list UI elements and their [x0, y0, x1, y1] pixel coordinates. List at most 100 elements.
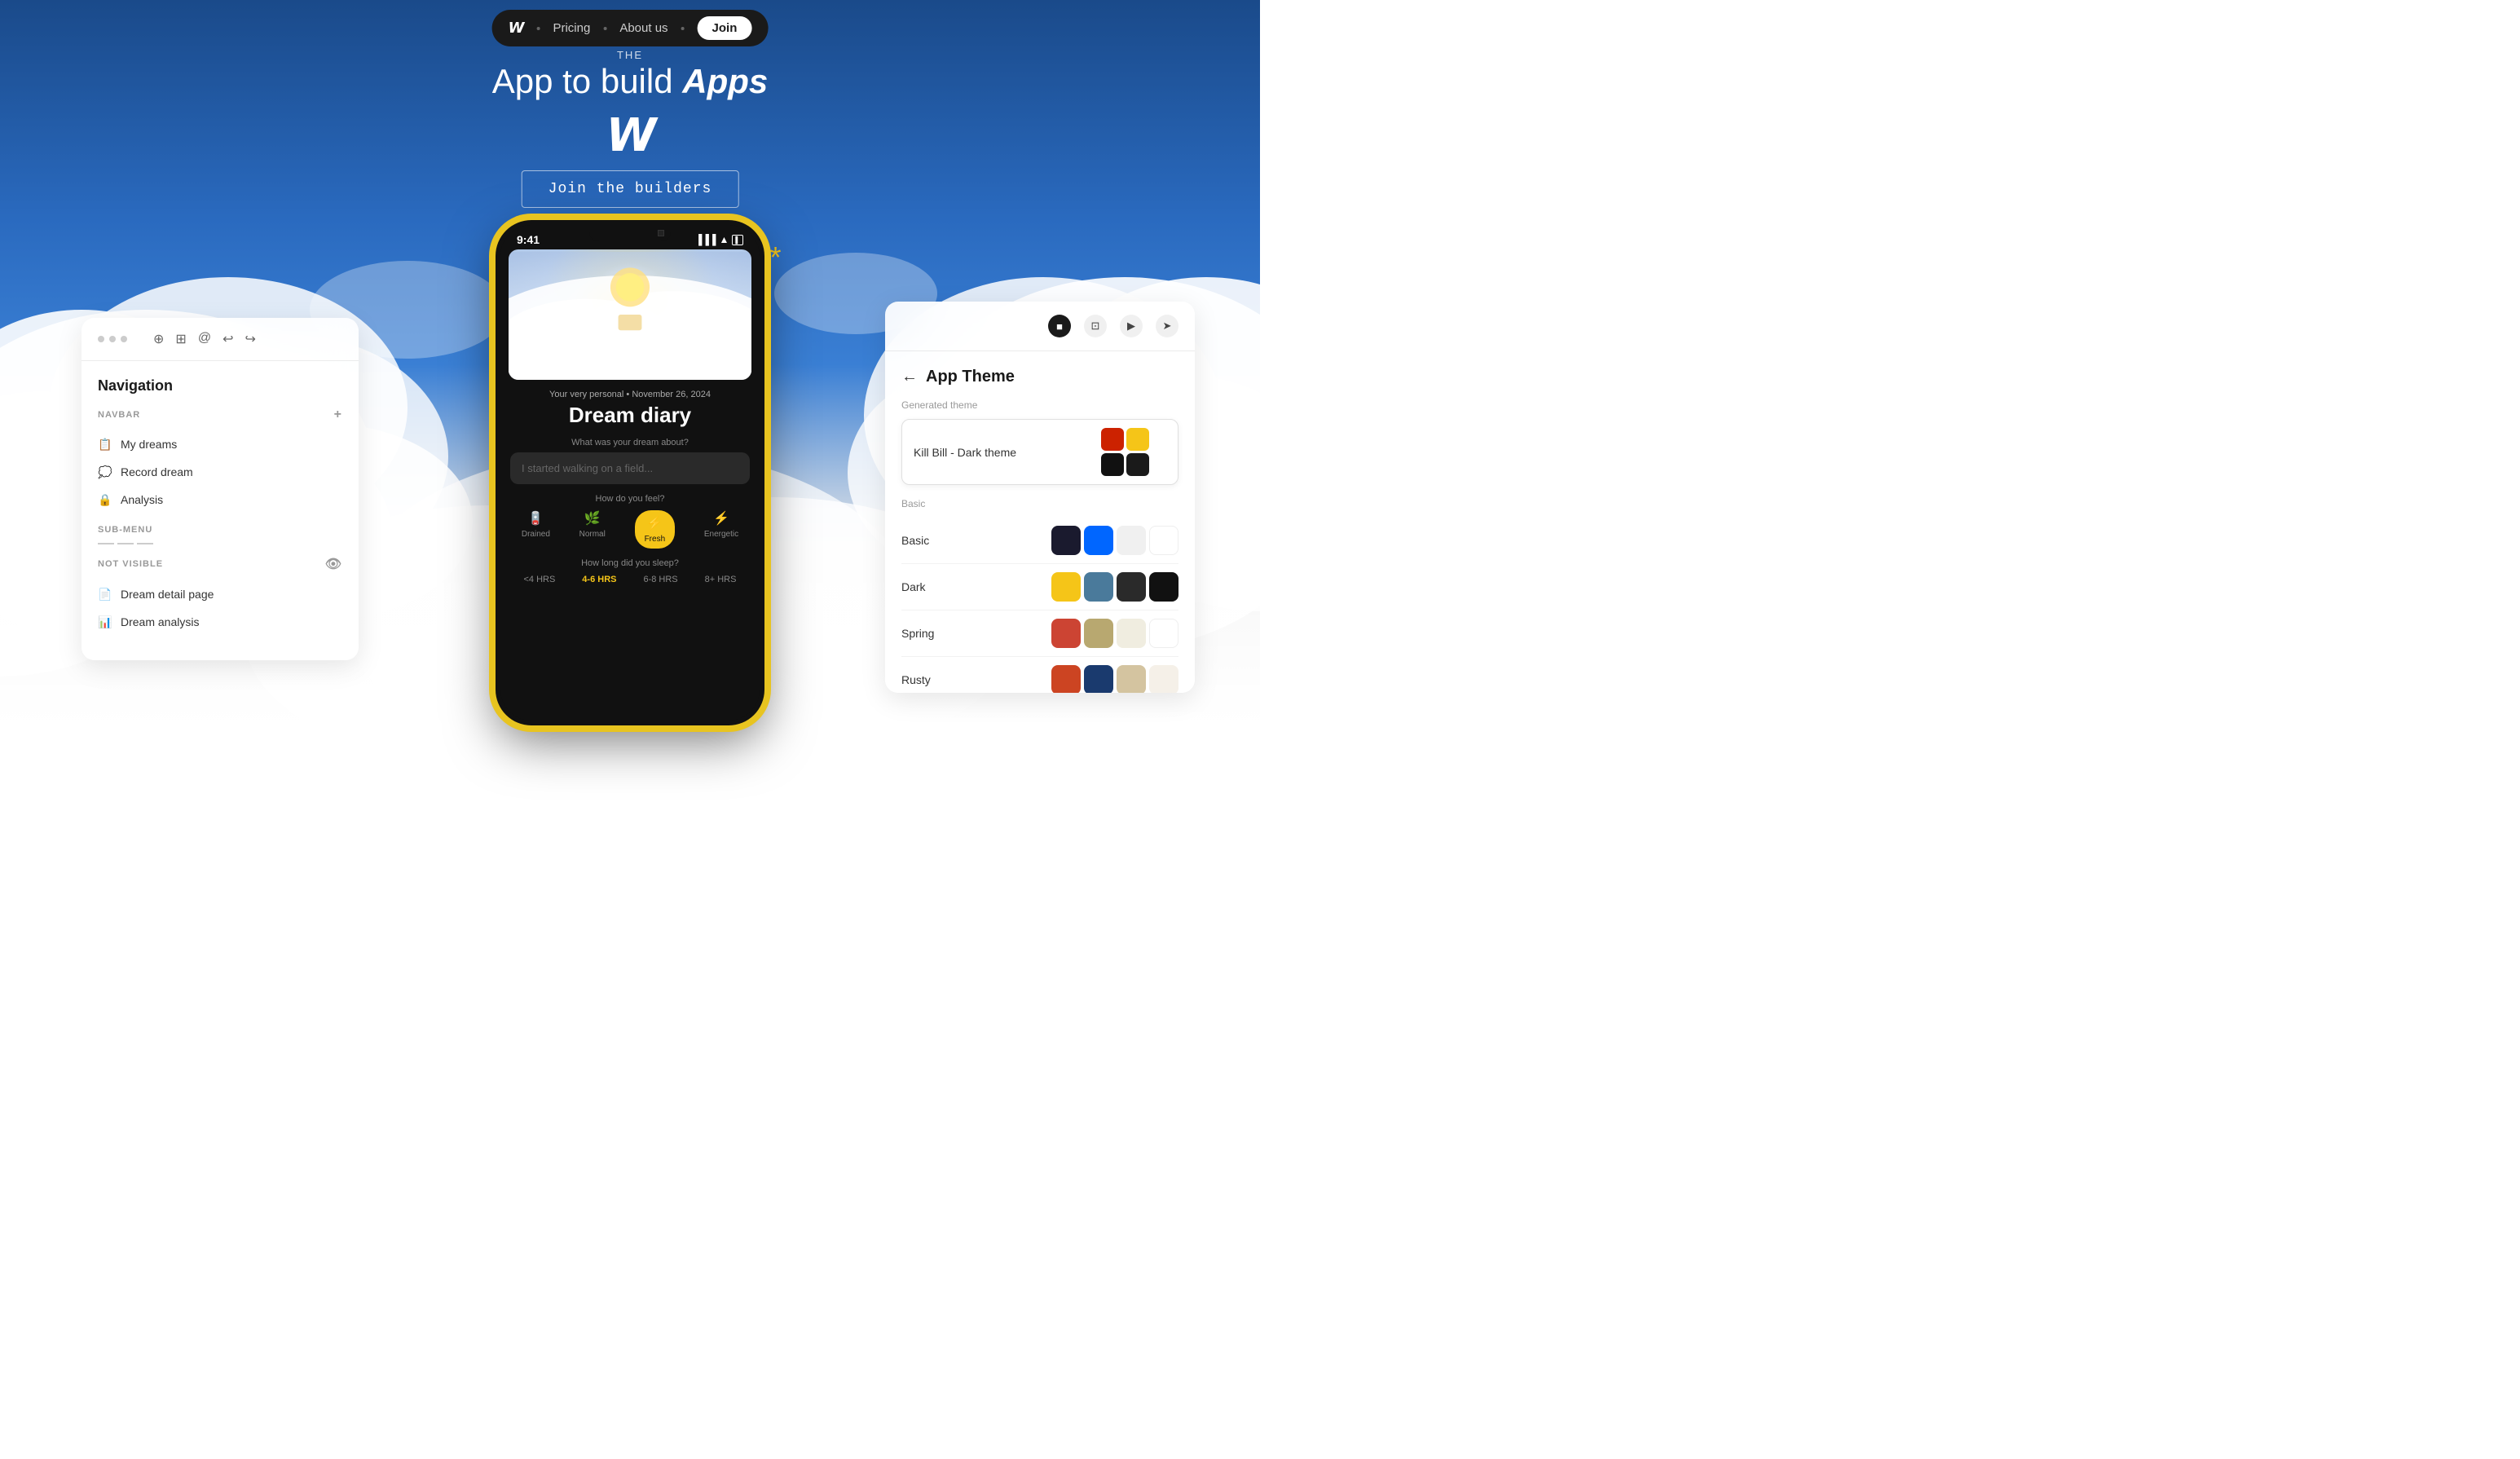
gen-color-2: [1126, 428, 1149, 451]
toolbar-monitor-icon[interactable]: ⊡: [1084, 315, 1107, 337]
toolbar-stop-icon[interactable]: ■: [1048, 315, 1071, 337]
navbar-section-label: NAVBAR +: [98, 408, 342, 422]
hero-logo: 𝙒: [492, 108, 769, 162]
basic-color-3: [1117, 526, 1146, 555]
nav-dot-2: [603, 27, 606, 30]
phone-hero-image: [509, 249, 751, 380]
battery-icon: ▌: [732, 235, 743, 245]
energetic-icon: ⚡: [713, 510, 729, 527]
toolbar-layers-icon[interactable]: ⊞: [175, 331, 186, 347]
dream-analysis-icon: 📊: [98, 615, 112, 629]
nav-item-record-dream[interactable]: 💭 Record dream: [98, 458, 342, 486]
nav-title: Navigation: [98, 377, 342, 395]
feel-option-fresh[interactable]: ⚡ Fresh: [635, 510, 676, 549]
nav-item-dream-analysis[interactable]: 📊 Dream analysis: [98, 608, 342, 636]
hero-section: THE App to build Apps 𝙒 Join the builder…: [492, 49, 769, 227]
toolbar-play-icon[interactable]: ▶: [1120, 315, 1143, 337]
submenu-handle: [98, 543, 342, 544]
hero-title-bold: Apps: [682, 62, 768, 100]
not-visible-toggle[interactable]: 👁: [325, 556, 342, 572]
sleep-option-4-6[interactable]: 4-6 HRS: [582, 575, 616, 584]
toolbar-redo-icon[interactable]: ↪: [245, 331, 255, 347]
basic-color-1: [1051, 526, 1081, 555]
nav-item-my-dreams-label: My dreams: [121, 438, 177, 451]
theme-header: ← App Theme: [901, 368, 1178, 386]
nav-item-dream-analysis-label: Dream analysis: [121, 615, 199, 628]
left-panel-navigation: ⊕ ⊞ @ ↩ ↪ Navigation NAVBAR + 📋 My dream…: [82, 318, 359, 660]
toolbar-at-icon[interactable]: @: [198, 331, 211, 347]
phone-feel-question: How do you feel?: [500, 494, 760, 504]
normal-icon: 🌿: [584, 510, 601, 527]
phone-dream-input[interactable]: I started walking on a field...: [510, 452, 750, 484]
dark-color-3: [1117, 572, 1146, 602]
nav-item-my-dreams[interactable]: 📋 My dreams: [98, 430, 342, 458]
theme-item-rusty[interactable]: Rusty: [901, 657, 1178, 693]
toolbar-undo-icon[interactable]: ↩: [222, 331, 233, 347]
nav-item-analysis[interactable]: 🔒 Analysis: [98, 486, 342, 514]
gen-color-1: [1101, 428, 1124, 451]
feel-label-fresh: Fresh: [645, 535, 666, 544]
phone-time: 9:41: [517, 233, 540, 246]
toolbar-icons: ⊕ ⊞ @ ↩ ↪: [153, 331, 256, 347]
dark-color-2: [1084, 572, 1113, 602]
spring-color-3: [1117, 619, 1146, 648]
phone-status-bar: 9:41 ▐▐▐ ▲ ▌: [500, 225, 760, 249]
generated-theme-box[interactable]: Kill Bill - Dark theme: [901, 419, 1178, 485]
my-dreams-icon: 📋: [98, 437, 112, 452]
sleep-option-6-8[interactable]: 6-8 HRS: [643, 575, 677, 584]
wifi-icon: ▲: [719, 234, 729, 245]
theme-dark-label: Dark: [901, 580, 926, 593]
dark-color-1: [1051, 572, 1081, 602]
hero-the-label: THE: [492, 49, 769, 61]
nav-item-dream-detail-label: Dream detail page: [121, 588, 214, 601]
phone-notch: [589, 225, 671, 241]
toolbar-dot-3: [121, 336, 127, 342]
theme-rusty-label: Rusty: [901, 673, 931, 686]
right-panel-toolbar: ■ ⊡ ▶ ➤: [885, 302, 1195, 351]
generated-theme-name: Kill Bill - Dark theme: [914, 446, 1016, 459]
right-panel-theme: ■ ⊡ ▶ ➤ ← App Theme Generated theme Kill…: [885, 302, 1195, 693]
basic-section-label: Basic: [901, 498, 1178, 509]
theme-item-basic[interactable]: Basic: [901, 518, 1178, 564]
fresh-icon: ⚡: [646, 515, 663, 531]
nav-item-dream-detail[interactable]: 📄 Dream detail page: [98, 580, 342, 608]
spring-color-2: [1084, 619, 1113, 648]
rusty-color-1: [1051, 665, 1081, 693]
toolbar-compass-icon[interactable]: ⊕: [153, 331, 164, 347]
feel-option-normal[interactable]: 🌿 Normal: [579, 510, 606, 549]
theme-content: ← App Theme Generated theme Kill Bill - …: [885, 351, 1195, 693]
phone-question-1: What was your dream about?: [500, 438, 760, 447]
feel-option-energetic[interactable]: ⚡ Energetic: [704, 510, 738, 549]
nav-content: Navigation NAVBAR + 📋 My dreams 💭 Record…: [82, 361, 359, 652]
navbar-join-button[interactable]: Join: [698, 16, 752, 40]
spring-color-1: [1051, 619, 1081, 648]
nav-item-analysis-label: Analysis: [121, 493, 163, 506]
feel-option-drained[interactable]: 🪫 Drained: [522, 510, 550, 549]
feel-label-energetic: Energetic: [704, 530, 738, 539]
theme-item-spring[interactable]: Spring: [901, 610, 1178, 657]
drained-icon: 🪫: [527, 510, 544, 527]
theme-back-button[interactable]: ←: [901, 368, 918, 386]
generated-theme-label: Generated theme: [901, 399, 1178, 411]
phone-hero-image-inner: [509, 249, 751, 380]
dark-color-4: [1149, 572, 1178, 602]
phone-status-icons: ▐▐▐ ▲ ▌: [695, 234, 743, 245]
spring-color-4: [1149, 619, 1178, 648]
hero-cta-button[interactable]: Join the builders: [522, 170, 739, 208]
nav-link-about[interactable]: About us: [619, 21, 667, 35]
gen-color-4: [1126, 453, 1149, 476]
sleep-option-lt4[interactable]: <4 HRS: [523, 575, 555, 584]
theme-item-dark[interactable]: Dark: [901, 564, 1178, 610]
generated-theme-colors: [1101, 428, 1166, 476]
toolbar-send-icon[interactable]: ➤: [1156, 315, 1178, 337]
phone-camera: [658, 230, 664, 236]
phone-mockup: 9:41 ▐▐▐ ▲ ▌: [496, 220, 764, 725]
record-dream-icon: 💭: [98, 465, 112, 479]
analysis-icon: 🔒: [98, 492, 112, 507]
nav-link-pricing[interactable]: Pricing: [553, 21, 590, 35]
sleep-option-8plus[interactable]: 8+ HRS: [705, 575, 737, 584]
phone-diary-title: Dream diary: [500, 403, 760, 428]
navbar-add-icon[interactable]: +: [334, 408, 342, 422]
theme-title: App Theme: [926, 368, 1015, 386]
signal-icon: ▐▐▐: [695, 234, 716, 245]
